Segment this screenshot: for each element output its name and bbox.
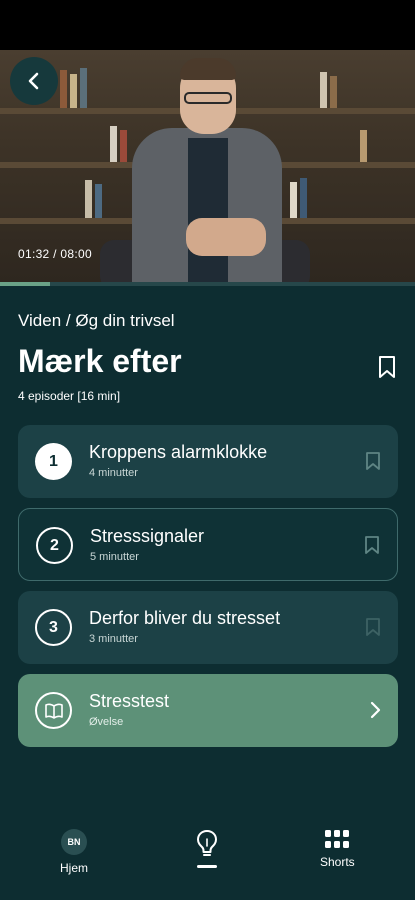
episode-title: Stresssignaler	[90, 526, 205, 546]
episode-bookmark-button[interactable]	[364, 535, 380, 560]
chevron-right-icon	[369, 701, 381, 724]
video-progress-bar[interactable]	[0, 282, 415, 286]
book	[330, 76, 337, 108]
video-progress-fill	[0, 282, 50, 286]
presenter-sweater	[188, 138, 228, 282]
breadcrumb: Viden / Øg din trivsel	[18, 311, 175, 330]
active-tab-indicator	[197, 865, 217, 868]
bookmark-icon	[365, 536, 379, 554]
chevron-left-icon	[28, 72, 39, 90]
episode-title: Kroppens alarmklokke	[89, 442, 268, 462]
presenter-glasses	[184, 92, 232, 104]
book	[110, 126, 117, 162]
book	[60, 70, 67, 108]
book	[120, 130, 127, 162]
episode-duration: 5 minutter	[90, 551, 139, 563]
exercise-type: Øvelse	[89, 716, 124, 728]
nav-shorts-label: Shorts	[320, 855, 355, 869]
lightbulb-icon	[197, 830, 217, 856]
episode-summary: 4 episoder [16 min]	[18, 389, 121, 403]
episode-number: 2	[36, 527, 73, 564]
episode-card-3[interactable]: 3 Derfor bliver du stresset 3 minutter	[18, 591, 398, 664]
episode-bookmark-button[interactable]	[365, 617, 381, 642]
episode-duration: 4 minutter	[89, 467, 138, 479]
video-time: 01:32 / 08:00	[18, 247, 92, 261]
back-button[interactable]	[10, 57, 58, 105]
nav-knowledge[interactable]	[195, 829, 219, 868]
bookmark-icon	[366, 452, 380, 470]
book	[70, 74, 77, 108]
nav-home-label: Hjem	[60, 861, 89, 875]
bookmark-button[interactable]	[377, 355, 397, 384]
avatar: BN	[61, 829, 87, 855]
episode-number: 3	[35, 609, 72, 646]
exercise-title: Stresstest	[89, 691, 170, 711]
grid-icon	[325, 830, 350, 848]
presenter-hands	[186, 218, 266, 256]
book	[300, 178, 307, 218]
presenter-hair	[180, 58, 236, 80]
nav-shorts[interactable]: Shorts	[320, 829, 355, 869]
bottom-navigation: BN Hjem Shorts	[0, 815, 415, 900]
video-player[interactable]: 01:32 / 08:00	[0, 50, 415, 282]
episode-number: 1	[35, 443, 72, 480]
status-bar	[0, 0, 415, 50]
book	[85, 180, 92, 218]
bookmark-icon	[379, 356, 395, 378]
book	[95, 184, 102, 218]
open-book-icon	[35, 692, 72, 729]
episode-card-2[interactable]: 2 Stresssignaler 5 minutter	[18, 508, 398, 581]
nav-home[interactable]: BN Hjem	[60, 829, 88, 875]
page-title: Mærk efter	[18, 343, 182, 379]
book	[320, 72, 327, 108]
episode-title: Derfor bliver du stresset	[89, 608, 281, 628]
exercise-card[interactable]: Stresstest Øvelse	[18, 674, 398, 747]
book	[290, 182, 297, 218]
episode-card-1[interactable]: 1 Kroppens alarmklokke 4 minutter	[18, 425, 398, 498]
book	[360, 130, 367, 162]
bookmark-icon	[366, 618, 380, 636]
episode-bookmark-button[interactable]	[365, 451, 381, 476]
book	[80, 68, 87, 108]
episode-duration: 3 minutter	[89, 633, 138, 645]
